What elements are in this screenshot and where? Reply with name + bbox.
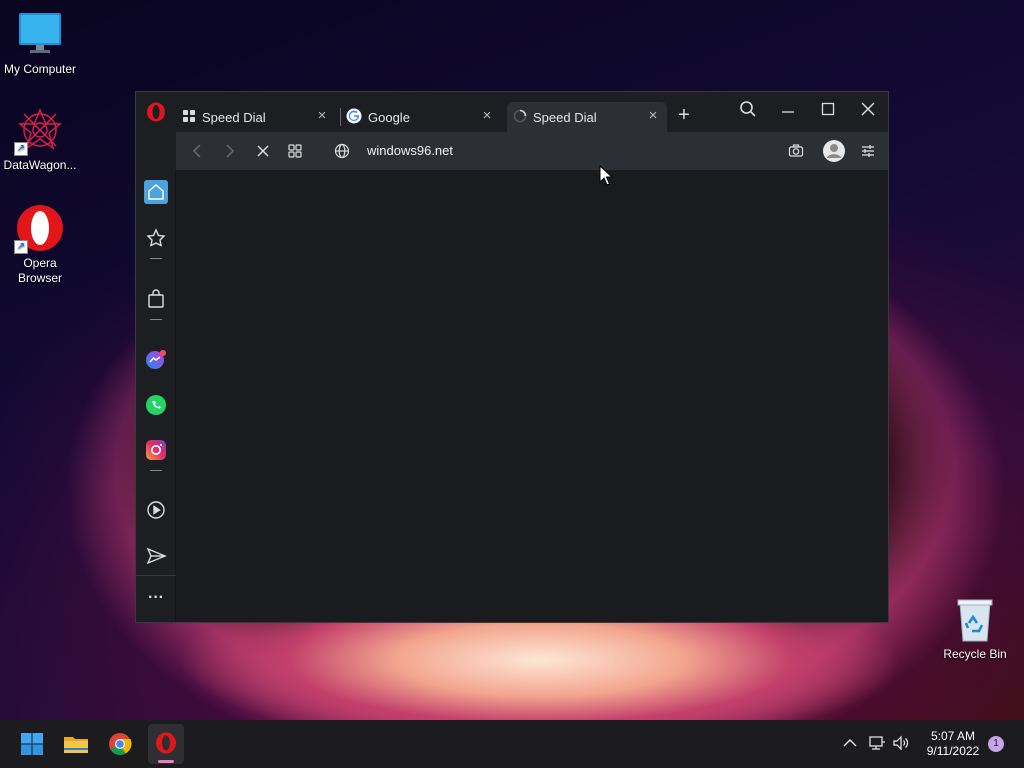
back-button[interactable] bbox=[187, 141, 207, 161]
desktop-icon-my-computer[interactable]: My Computer bbox=[0, 10, 80, 77]
monitor-icon bbox=[16, 10, 64, 58]
sidebar-separator bbox=[150, 470, 162, 471]
opera-taskbar-icon[interactable] bbox=[148, 724, 184, 764]
datawagon-icon: ↗ bbox=[14, 106, 64, 156]
easy-setup-icon[interactable] bbox=[858, 141, 878, 161]
shortcut-arrow-icon: ↗ bbox=[14, 240, 28, 254]
notification-badge[interactable]: 1 bbox=[988, 736, 1004, 752]
desktop-icon-label: Opera Browser bbox=[17, 256, 62, 285]
desktop-icon-label: DataWagon... bbox=[3, 158, 77, 172]
tab-separator bbox=[340, 108, 341, 126]
shortcut-arrow-icon: ↗ bbox=[14, 142, 28, 156]
page-content-area[interactable] bbox=[176, 170, 888, 622]
url-input[interactable]: windows96.net bbox=[367, 143, 453, 158]
desktop-icon-datawagon[interactable]: ↗ DataWagon... bbox=[0, 106, 80, 173]
network-icon[interactable] bbox=[868, 734, 886, 752]
messenger-icon[interactable] bbox=[144, 348, 168, 372]
star-icon[interactable] bbox=[144, 226, 168, 250]
tab-label: Google bbox=[368, 109, 410, 125]
close-window-button[interactable] bbox=[854, 100, 882, 124]
player-icon[interactable] bbox=[144, 498, 168, 522]
tab-close-icon[interactable]: × bbox=[645, 108, 661, 124]
desktop-icon-label: My Computer bbox=[3, 62, 77, 76]
opera-icon: ↗ bbox=[14, 204, 64, 254]
tab-close-icon[interactable]: × bbox=[479, 108, 495, 124]
opera-menu-icon[interactable] bbox=[146, 102, 166, 122]
system-clock[interactable]: 5:07 AM 9/11/2022 bbox=[918, 729, 988, 759]
clock-date: 9/11/2022 bbox=[926, 744, 980, 758]
forward-button[interactable] bbox=[220, 141, 240, 161]
file-explorer-icon[interactable] bbox=[60, 728, 92, 760]
tab-google[interactable]: Google × bbox=[346, 102, 501, 132]
opera-browser-window: Speed Dial × Google × Speed Dial × + win… bbox=[135, 91, 889, 623]
sidebar-divider bbox=[136, 575, 176, 576]
profile-avatar-icon[interactable] bbox=[822, 139, 846, 163]
tab-label: Speed Dial bbox=[533, 109, 597, 125]
clock-time: 5:07 AM bbox=[930, 729, 976, 743]
recycle-bin-icon bbox=[955, 597, 995, 643]
mouse-cursor-icon bbox=[599, 164, 614, 187]
desktop-icon-label: Recycle Bin bbox=[943, 647, 1007, 661]
whatsapp-icon[interactable] bbox=[144, 393, 168, 417]
tab-speed-dial-active[interactable]: Speed Dial × bbox=[507, 102, 667, 132]
speed-dial-icon bbox=[182, 109, 196, 126]
google-icon bbox=[346, 108, 362, 127]
address-bar: windows96.net bbox=[176, 132, 888, 170]
chrome-icon[interactable] bbox=[104, 728, 136, 760]
globe-icon[interactable] bbox=[332, 141, 352, 161]
tab-label: Speed Dial bbox=[202, 109, 266, 125]
desktop-icon-recycle-bin[interactable]: Recycle Bin bbox=[940, 597, 1010, 661]
browser-sidebar: ··· bbox=[136, 170, 176, 622]
search-tabs-icon[interactable] bbox=[734, 100, 762, 124]
stop-loading-button[interactable] bbox=[253, 141, 273, 161]
more-icon[interactable]: ··· bbox=[144, 588, 168, 612]
send-icon[interactable] bbox=[144, 544, 168, 568]
new-tab-button[interactable]: + bbox=[670, 104, 698, 128]
tab-close-icon[interactable]: × bbox=[314, 108, 330, 124]
running-indicator bbox=[158, 760, 174, 763]
home-icon[interactable] bbox=[144, 180, 168, 204]
speed-dial-grid-button[interactable] bbox=[285, 141, 305, 161]
instagram-icon[interactable] bbox=[144, 438, 168, 462]
maximize-button[interactable] bbox=[814, 100, 842, 124]
loading-spinner-icon bbox=[513, 109, 527, 126]
show-hidden-icons-chevron-icon[interactable] bbox=[841, 734, 859, 752]
shopping-bag-icon[interactable] bbox=[144, 287, 168, 311]
taskbar: 5:07 AM 9/11/2022 1 bbox=[0, 720, 1024, 768]
snapshot-camera-icon[interactable] bbox=[786, 141, 806, 161]
desktop-icon-opera-browser[interactable]: ↗ Opera Browser bbox=[0, 204, 80, 286]
sidebar-separator bbox=[150, 319, 162, 320]
minimize-button[interactable] bbox=[774, 100, 802, 124]
sidebar-separator bbox=[150, 258, 162, 259]
windows-start-icon[interactable] bbox=[16, 728, 48, 760]
tab-speed-dial-1[interactable]: Speed Dial × bbox=[182, 102, 336, 132]
volume-icon[interactable] bbox=[892, 734, 910, 752]
